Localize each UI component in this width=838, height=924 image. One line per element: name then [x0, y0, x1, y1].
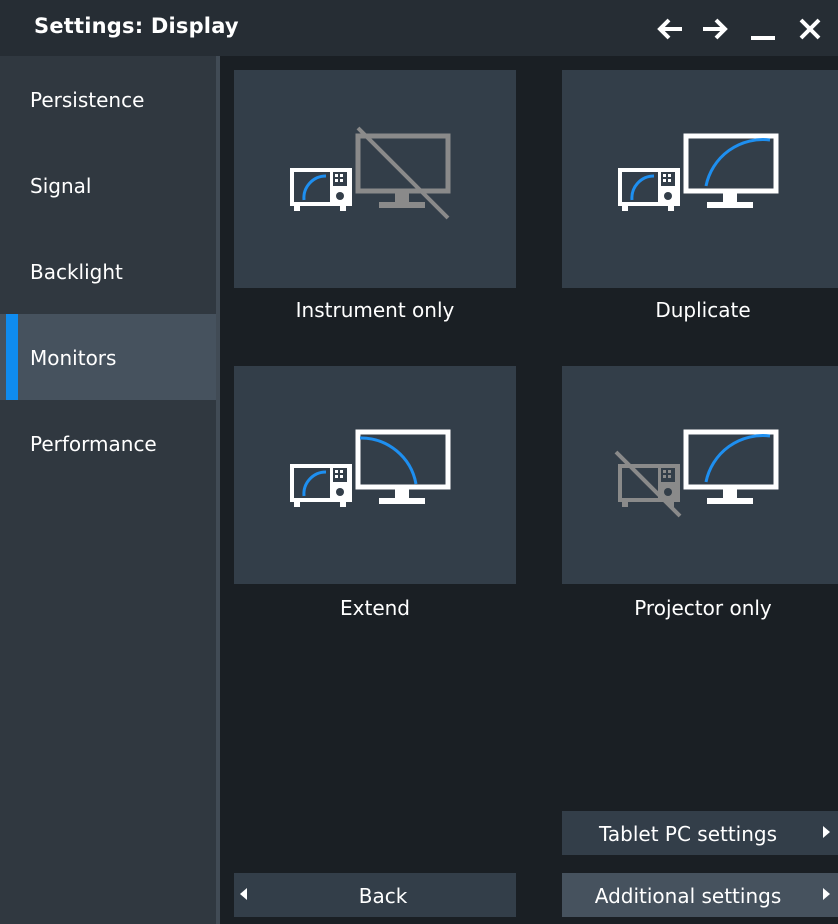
- tablet-pc-settings-label: Tablet PC settings: [598, 822, 778, 846]
- additional-settings-button[interactable]: Additional settings: [562, 873, 838, 917]
- title-bar: Settings: Display: [0, 0, 838, 56]
- sidebar: Persistence Signal Backlight Monitors Pe…: [0, 56, 216, 924]
- projector-only-label: Projector only: [634, 596, 772, 620]
- tablet-pc-settings-button[interactable]: Tablet PC settings: [562, 811, 838, 855]
- forward-arrow-icon[interactable]: [700, 14, 730, 44]
- instrument-only-icon: [290, 126, 451, 220]
- duplicate-tile[interactable]: [562, 70, 838, 288]
- duplicate-label: Duplicate: [655, 298, 751, 322]
- sidebar-item-monitors[interactable]: Monitors: [0, 314, 216, 400]
- additional-settings-label: Additional settings: [594, 884, 782, 908]
- chevron-right-icon: [823, 826, 830, 838]
- sidebar-item-label: Monitors: [30, 346, 117, 370]
- chevron-right-icon: [823, 888, 830, 900]
- extend-icon: [290, 429, 451, 507]
- back-button[interactable]: Back: [234, 873, 516, 917]
- back-label: Back: [358, 884, 408, 908]
- sidebar-item-label: Persistence: [30, 88, 145, 112]
- projector-only-tile[interactable]: [562, 366, 838, 584]
- window-title: Settings: Display: [34, 14, 239, 38]
- sidebar-item-label: Performance: [30, 432, 157, 456]
- minimize-icon[interactable]: [748, 14, 778, 44]
- sidebar-item-persistence[interactable]: Persistence: [0, 56, 216, 142]
- extend-tile[interactable]: [234, 366, 516, 584]
- instrument-only-tile[interactable]: [234, 70, 516, 288]
- sidebar-item-backlight[interactable]: Backlight: [0, 228, 216, 314]
- back-arrow-icon[interactable]: [655, 14, 685, 44]
- projector-only-icon: [614, 429, 779, 518]
- sidebar-item-performance[interactable]: Performance: [0, 400, 216, 486]
- sidebar-item-label: Backlight: [30, 260, 123, 284]
- duplicate-icon: [618, 133, 779, 211]
- sidebar-item-label: Signal: [30, 174, 92, 198]
- close-icon[interactable]: [795, 14, 825, 44]
- sidebar-item-signal[interactable]: Signal: [0, 142, 216, 228]
- instrument-only-label: Instrument only: [295, 298, 455, 322]
- extend-label: Extend: [340, 596, 410, 620]
- sidebar-divider: [216, 56, 220, 924]
